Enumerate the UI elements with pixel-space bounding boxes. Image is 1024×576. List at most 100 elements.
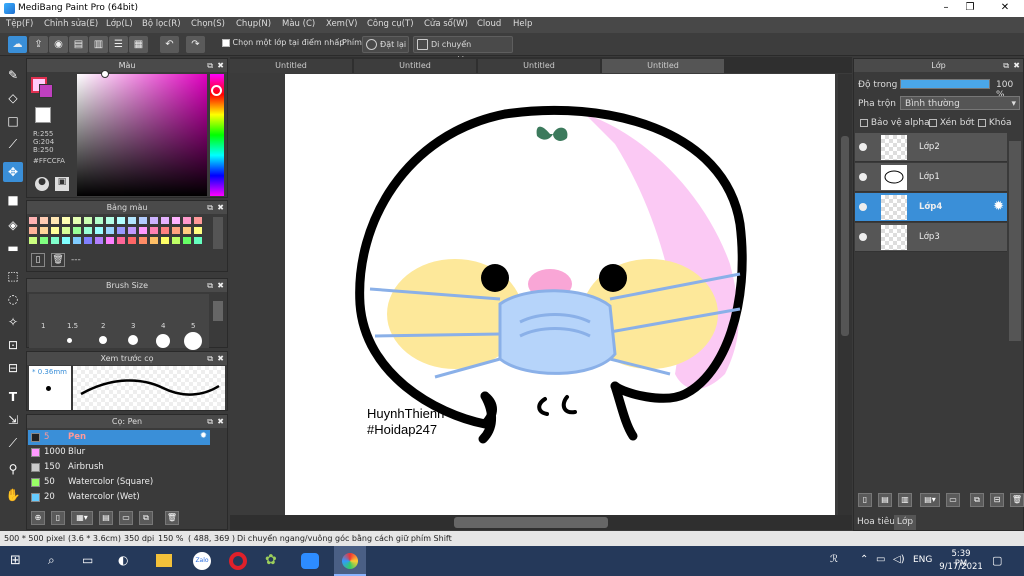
- tab-untitled-4[interactable]: Untitled: [602, 59, 724, 73]
- float-icon[interactable]: ⧉: [207, 352, 213, 365]
- brush-size-1.5[interactable]: 1.5: [67, 322, 78, 330]
- layer-row-lop4[interactable]: Lớp4 ✹: [855, 193, 1007, 222]
- share-icon[interactable]: ⇪: [29, 36, 48, 53]
- new-layer-icon[interactable]: ▯: [858, 493, 872, 507]
- palette-swatch[interactable]: [139, 227, 147, 234]
- rect-select-tool-icon[interactable]: □: [3, 111, 23, 131]
- volume-icon[interactable]: ◁): [893, 554, 905, 565]
- horizontal-scroll-thumb[interactable]: [454, 517, 608, 528]
- layer-row-lop2[interactable]: Lớp2: [855, 133, 1007, 162]
- gear-icon[interactable]: ✹: [993, 199, 1004, 214]
- transparent-color-swatch[interactable]: [35, 107, 51, 123]
- palette-swatch[interactable]: [29, 217, 37, 224]
- palette-swatch[interactable]: [172, 217, 180, 224]
- new-halftone-layer-icon[interactable]: ▤: [878, 493, 892, 507]
- palette-swatch[interactable]: [73, 217, 81, 224]
- select-layer-on-click-option[interactable]: Chọn một lớp tại điểm nhấp: [222, 38, 344, 47]
- brush-size-2[interactable]: 2: [101, 322, 105, 330]
- move-tool-icon[interactable]: ✥: [3, 162, 23, 182]
- color-cursor[interactable]: [101, 70, 109, 78]
- palette-swatch[interactable]: [128, 237, 136, 244]
- palette-swatch[interactable]: [40, 227, 48, 234]
- menu-edit[interactable]: Chỉnh sửa(E): [44, 19, 98, 29]
- palette-swatch[interactable]: [84, 217, 92, 224]
- close-icon[interactable]: ✖: [217, 279, 224, 292]
- palette-swatch[interactable]: [183, 217, 191, 224]
- grid-icon[interactable]: ▦: [129, 36, 148, 53]
- menu-color[interactable]: Màu (C): [282, 19, 315, 29]
- menu-help[interactable]: Help: [513, 19, 532, 29]
- add-brush-icon[interactable]: ⊕: [31, 511, 45, 525]
- palette-swatch[interactable]: [139, 217, 147, 224]
- menu-select[interactable]: Chọn(S): [191, 19, 225, 29]
- palette-swatch[interactable]: [106, 217, 114, 224]
- horizontal-scrollbar[interactable]: [230, 515, 852, 530]
- palette-swatch[interactable]: [84, 237, 92, 244]
- people-icon[interactable]: ℛ: [830, 554, 838, 565]
- vertical-scroll-thumb[interactable]: [841, 136, 849, 336]
- palette-swatch[interactable]: [150, 217, 158, 224]
- close-icon[interactable]: ✖: [217, 352, 224, 365]
- new-palette-icon[interactable]: ▯: [31, 253, 45, 267]
- magic-wand-tool-icon[interactable]: ✧: [3, 312, 23, 332]
- protect-alpha-checkbox[interactable]: [860, 118, 868, 127]
- tab-navigator[interactable]: Hoa tiêu: [856, 515, 896, 530]
- palette-swatch[interactable]: [62, 237, 70, 244]
- layer-row-lop1[interactable]: Lớp1: [855, 163, 1007, 192]
- cloud-icon[interactable]: ☁: [8, 36, 27, 53]
- hue-handle[interactable]: [211, 85, 222, 96]
- clipping-checkbox[interactable]: [929, 118, 937, 127]
- zoom-app-icon[interactable]: [301, 553, 319, 569]
- windows-start-icon[interactable]: ⊞: [10, 554, 24, 568]
- palette-swatch[interactable]: [51, 217, 59, 224]
- gear-icon[interactable]: ✹: [200, 431, 207, 441]
- palette-swatch[interactable]: [183, 237, 191, 244]
- divide-tool-icon[interactable]: ⟋: [3, 433, 23, 453]
- redo-icon[interactable]: ↷: [186, 36, 205, 53]
- duplicate-icon[interactable]: ⧉: [970, 493, 984, 507]
- brush-item[interactable]: 1000 Blur: [28, 445, 210, 460]
- palette-swatch[interactable]: [62, 217, 70, 224]
- palette-swatch[interactable]: [117, 227, 125, 234]
- layer-scrollbar[interactable]: [1009, 141, 1021, 341]
- eraser-tool-icon[interactable]: ◇: [3, 88, 23, 108]
- palette-swatch[interactable]: [51, 237, 59, 244]
- chevron-up-icon[interactable]: ⌃: [860, 554, 868, 565]
- menu-tools[interactable]: Công cụ(T): [367, 19, 414, 29]
- brush-size-3[interactable]: 3: [131, 322, 135, 330]
- color-picker-icon[interactable]: ▣: [55, 177, 69, 191]
- lasso-tool-icon[interactable]: ◌: [3, 289, 23, 309]
- saturation-value-picker[interactable]: [77, 74, 207, 196]
- palette-swatch[interactable]: [150, 237, 158, 244]
- new-8bit-layer-icon[interactable]: ▥: [898, 493, 912, 507]
- palette-swatch[interactable]: [106, 227, 114, 234]
- folder-icon[interactable]: ▭: [119, 511, 133, 525]
- palette-swatch[interactable]: [128, 227, 136, 234]
- brush-size-1[interactable]: 1: [41, 322, 45, 330]
- secondary-color-swatch[interactable]: [39, 84, 53, 98]
- fill-rect-tool-icon[interactable]: ■: [3, 190, 23, 210]
- undo-icon[interactable]: ↶: [160, 36, 179, 53]
- folder-icon[interactable]: ▭: [946, 493, 960, 507]
- brush-item[interactable]: 150 Airbrush: [28, 460, 210, 475]
- clipping-option[interactable]: Xén bớt: [929, 118, 975, 128]
- palette-swatch[interactable]: [73, 227, 81, 234]
- gradient-tool-icon[interactable]: ▬: [3, 238, 23, 258]
- palette-swatch[interactable]: [194, 237, 202, 244]
- task-view-icon[interactable]: ▭: [82, 553, 93, 567]
- delete-palette-icon[interactable]: 🗑: [51, 253, 65, 267]
- palette-swatch[interactable]: [172, 227, 180, 234]
- palette-swatches[interactable]: [29, 217, 209, 249]
- palette-swatch[interactable]: [51, 227, 59, 234]
- comment-icon[interactable]: ◉: [49, 36, 68, 53]
- copy-icon[interactable]: ⧉: [139, 511, 153, 525]
- trash-icon[interactable]: 🗑: [165, 511, 179, 525]
- palette-swatch[interactable]: [161, 217, 169, 224]
- visibility-icon[interactable]: [859, 233, 867, 241]
- float-icon[interactable]: ⧉: [207, 59, 213, 72]
- visibility-icon[interactable]: [859, 173, 867, 181]
- drawing-canvas[interactable]: HuynhThienn #Hoidap247: [285, 74, 835, 515]
- medibang-task-button[interactable]: [334, 546, 366, 576]
- menu-file[interactable]: Tệp(F): [6, 19, 33, 29]
- select-layer-checkbox[interactable]: [222, 38, 230, 47]
